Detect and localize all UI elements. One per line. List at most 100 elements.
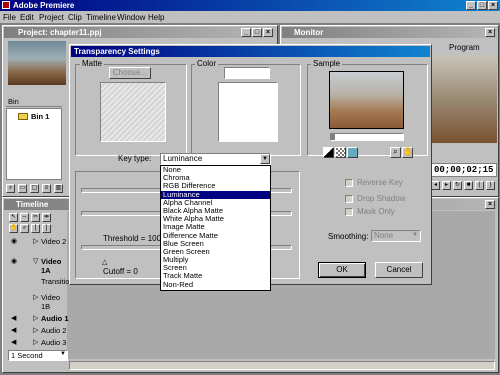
ok-button[interactable]: OK xyxy=(318,262,366,278)
slider-thumb[interactable] xyxy=(331,134,335,140)
project-maximize-button[interactable]: □ xyxy=(252,28,262,37)
sample-label: Sample xyxy=(311,59,343,68)
expand-icon[interactable]: ▷ xyxy=(33,326,38,334)
speaker-icon[interactable]: ◀ xyxy=(11,326,16,334)
menu-timeline[interactable]: Timeline xyxy=(86,13,116,22)
expand-icon[interactable]: ▷ xyxy=(33,314,38,322)
find-icon[interactable]: ⌕ xyxy=(6,184,15,193)
delete-icon[interactable]: ▥ xyxy=(54,184,63,193)
eye-icon[interactable]: ◉ xyxy=(11,237,17,245)
track-transition[interactable]: Transition xyxy=(11,276,74,288)
menu-file[interactable]: File xyxy=(3,13,16,22)
speaker-icon[interactable]: ◀ xyxy=(11,314,16,322)
black-white-icon[interactable] xyxy=(323,147,334,158)
chevron-down-icon: ▼ xyxy=(412,232,418,238)
eye-icon[interactable]: ◉ xyxy=(11,257,17,265)
menu-help[interactable]: Help xyxy=(148,13,164,22)
checkerboard-icon[interactable] xyxy=(335,147,346,158)
expand-icon[interactable]: ▷ xyxy=(33,338,38,346)
ripple-tool-icon[interactable]: ⇹ xyxy=(42,213,51,222)
new-item-icon[interactable]: ▢ xyxy=(30,184,39,193)
alpha-icon[interactable] xyxy=(347,147,358,158)
track-label: Audio 1 xyxy=(41,314,69,323)
monitor-controls: ◂ ▸ ↻ ■ { } xyxy=(431,181,497,192)
app-close-button[interactable]: × xyxy=(488,1,498,10)
chevron-down-icon[interactable]: ▼ xyxy=(260,154,270,164)
play-icon[interactable]: ▸ xyxy=(442,181,451,190)
bin-icon[interactable]: ▭ xyxy=(18,184,27,193)
color-label: Color xyxy=(195,59,219,68)
track-video1a[interactable]: ◉ ▽ Video 1A xyxy=(11,256,71,275)
chevron-down-icon[interactable]: ▼ xyxy=(60,351,66,357)
loop-icon[interactable]: ↻ xyxy=(453,181,462,190)
key-type-options: None Chroma RGB Difference Luminance Alpha C… xyxy=(161,165,270,289)
expand-icon[interactable]: ▷ xyxy=(33,293,38,301)
bin-header: Bin xyxy=(6,97,62,107)
choose-button[interactable]: Choose... xyxy=(109,67,151,79)
drop-shadow-checkbox[interactable] xyxy=(345,195,353,203)
sample-view-buttons xyxy=(323,147,363,159)
list-view-icon[interactable]: ≡ xyxy=(42,184,51,193)
razor-tool-icon[interactable]: ✂ xyxy=(31,213,40,222)
track-audio3[interactable]: ◀ ▷ Audio 3 xyxy=(11,337,71,349)
out-point-icon[interactable]: ] xyxy=(42,224,51,233)
selection-tool-icon[interactable]: ↖ xyxy=(9,213,18,222)
key-type-option[interactable]: Non-Red xyxy=(161,280,270,289)
color-swatch[interactable] xyxy=(224,67,270,79)
track-video2[interactable]: ◉ ▷ Video 2 xyxy=(11,236,71,248)
monitor-close-button[interactable]: × xyxy=(485,28,495,37)
track-select-icon[interactable]: ⇔ xyxy=(20,213,29,222)
bin-item-bin1[interactable]: Bin 1 xyxy=(31,112,49,121)
stop-icon[interactable]: ■ xyxy=(464,181,473,190)
folder-icon xyxy=(18,113,28,120)
track-label: Video 1B xyxy=(41,293,61,311)
sample-slider[interactable] xyxy=(330,133,404,141)
reverse-key-checkbox[interactable] xyxy=(345,179,353,187)
project-minimize-button[interactable]: _ xyxy=(241,28,251,37)
timeline-title: Timeline xyxy=(16,200,49,209)
in-point-icon[interactable]: [ xyxy=(31,224,40,233)
mark-out-icon[interactable]: } xyxy=(486,181,495,190)
matte-label: Matte xyxy=(80,59,105,68)
program-view xyxy=(431,55,497,143)
key-type-label: Key type: xyxy=(118,154,152,163)
sample-tool-buttons: ⌕ ✋ xyxy=(390,147,414,159)
menu-project[interactable]: Project xyxy=(39,13,64,22)
project-close-button[interactable]: × xyxy=(263,28,273,37)
key-type-dropdown: None Chroma RGB Difference Luminance Alpha C… xyxy=(160,165,271,291)
expand-icon[interactable]: ▷ xyxy=(33,237,38,245)
cutoff-thumb-icon[interactable]: △ xyxy=(102,258,107,266)
timeline-scrollbar[interactable] xyxy=(69,361,495,370)
mask-only-checkbox[interactable] xyxy=(345,208,353,216)
smoothing-select[interactable]: None ▼ xyxy=(371,230,421,242)
zoom-icon[interactable]: ⌕ xyxy=(390,147,401,158)
app-maximize-button[interactable]: □ xyxy=(477,1,487,10)
cutoff-label: Cutoff = 0 xyxy=(103,267,138,276)
mask-only-label: Mask Only xyxy=(357,207,395,216)
timeline-close-button[interactable]: × xyxy=(485,200,495,209)
app-minimize-button[interactable]: _ xyxy=(466,1,476,10)
hand-tool-icon[interactable]: ✋ xyxy=(9,224,18,233)
expand-icon[interactable]: ▽ xyxy=(33,257,38,265)
menu-bar: File Edit Project Clip Timeline Window H… xyxy=(0,11,500,23)
track-audio1[interactable]: ◀ ▷ Audio 1 xyxy=(11,313,71,325)
matte-preview xyxy=(100,82,166,142)
menu-clip[interactable]: Clip xyxy=(68,13,82,22)
zoom-tool-icon[interactable]: ⌕ xyxy=(20,224,29,233)
cancel-button[interactable]: Cancel xyxy=(375,262,423,278)
app-titlebar: Adobe Premiere _ □ × xyxy=(0,0,500,11)
monitor-titlebar: Monitor × xyxy=(282,27,497,38)
smoothing-label: Smoothing: xyxy=(328,232,369,241)
zoom-select[interactable]: 1 Second ▼ xyxy=(8,350,68,361)
mark-in-icon[interactable]: { xyxy=(475,181,484,190)
key-type-select[interactable]: Luminance ▼ xyxy=(160,153,271,165)
dialog-titlebar: Transparency Settings xyxy=(71,46,430,57)
track-label: Audio 2 xyxy=(41,326,67,335)
hand-icon[interactable]: ✋ xyxy=(402,147,413,158)
menu-edit[interactable]: Edit xyxy=(20,13,34,22)
track-video1b[interactable]: ▷ Video 1B xyxy=(11,292,71,311)
step-back-icon[interactable]: ◂ xyxy=(431,181,440,190)
menu-window[interactable]: Window xyxy=(117,13,145,22)
speaker-icon[interactable]: ◀ xyxy=(11,338,16,346)
track-audio2[interactable]: ◀ ▷ Audio 2 xyxy=(11,325,71,337)
